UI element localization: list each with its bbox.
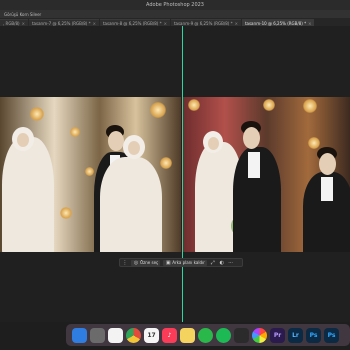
bokeh-light — [150, 102, 166, 118]
bride-face-right — [208, 137, 219, 150]
groom-face-right — [243, 127, 260, 149]
music-icon[interactable]: ♪ — [162, 327, 177, 343]
photoshop-icon[interactable]: Ps — [306, 327, 321, 343]
subject-icon: ◎ — [133, 259, 139, 266]
transform-icon[interactable]: ⤢ — [210, 260, 216, 266]
remove-background-button[interactable]: ▣ Arka planı kaldır — [163, 259, 207, 266]
drag-handle-icon[interactable]: ⋮ — [122, 260, 128, 266]
bride-face-left — [17, 133, 29, 147]
tab-3[interactable]: tasarım-9 @ 6,25% (RGB/8) * × — [170, 19, 241, 26]
tab-1[interactable]: tasarım-7 @ 6,25% (RGB/8) * × — [28, 19, 99, 26]
remove-background-label: Arka planı kaldır — [172, 260, 205, 265]
premiere-icon[interactable]: Pr — [270, 327, 285, 343]
bokeh-light — [30, 107, 44, 121]
wedding-photo-left[interactable] — [0, 97, 181, 252]
more-icon[interactable]: ⋯ — [228, 260, 234, 266]
lantern-light — [188, 99, 200, 111]
chrome-icon[interactable] — [126, 327, 141, 343]
tab-2[interactable]: tasarım-8 @ 6,25% (RGB/8) * × — [99, 19, 170, 26]
groom2-shirt — [321, 177, 333, 201]
wedding-photo-right[interactable] — [183, 97, 350, 252]
chatgpt-icon[interactable] — [234, 327, 249, 343]
bokeh-light — [160, 157, 172, 169]
lantern-light — [303, 99, 317, 113]
tab-label: , RGB/8) — [3, 20, 20, 26]
document-tab-bar: , RGB/8) × tasarım-7 @ 6,25% (RGB/8) * × t… — [0, 18, 350, 26]
tab-label: tasarım-7 @ 6,25% (RGB/8) * — [31, 20, 91, 26]
lightroom-label: Lr — [292, 331, 299, 339]
tab-label: tasarım-8 @ 6,25% (RGB/8) * — [102, 20, 162, 26]
photoshop-icon-2[interactable]: Ps — [324, 327, 339, 343]
select-subject-label: Özne seç — [140, 260, 159, 265]
close-icon[interactable]: × — [164, 21, 167, 26]
close-icon[interactable]: × — [22, 21, 25, 26]
close-icon[interactable]: × — [93, 21, 96, 26]
groom-face-left — [108, 131, 124, 151]
bokeh-light — [60, 207, 72, 219]
window-titlebar: Adobe Photoshop 2023 — [0, 0, 350, 10]
bride-face-center — [128, 141, 140, 155]
close-icon[interactable]: × — [308, 21, 311, 26]
contextual-task-bar: ⋮ ◎ Özne seç ▣ Arka planı kaldır ⤢ ◐ ⋯ — [119, 258, 243, 267]
bokeh-light — [70, 127, 80, 137]
options-bar-text[interactable]: Görüşü Korn Sileer — [4, 12, 41, 17]
window-title: Adobe Photoshop 2023 — [146, 2, 204, 8]
notes-yellow-icon[interactable] — [180, 327, 195, 343]
close-icon[interactable]: × — [235, 21, 238, 26]
macos-dock: 17 ♪ Pr Lr Ps Ps — [66, 324, 350, 346]
groom-shirt-right — [248, 152, 260, 178]
photoshop-label-2: Ps — [327, 331, 336, 339]
bokeh-light — [85, 167, 94, 176]
options-bar: Görüşü Korn Sileer — [0, 10, 350, 18]
calendar-icon[interactable]: 17 — [144, 327, 159, 343]
notes-icon[interactable] — [108, 327, 123, 343]
tab-0[interactable]: , RGB/8) × — [0, 19, 28, 26]
background-icon: ▣ — [165, 259, 171, 266]
lantern-light — [263, 99, 275, 111]
lightroom-icon[interactable]: Lr — [288, 327, 303, 343]
tab-4[interactable]: tasarım-10 @ 6,25% (RGB/8) * × — [241, 19, 315, 26]
bride-dress-left — [2, 137, 54, 252]
tab-label: tasarım-10 @ 6,25% (RGB/8) * — [244, 20, 307, 26]
finder-icon[interactable] — [72, 327, 87, 343]
calendar-day: 17 — [147, 331, 156, 339]
photos-icon[interactable] — [252, 327, 267, 343]
spotify-icon[interactable] — [216, 327, 231, 343]
tab-label: tasarım-9 @ 6,25% (RGB/8) * — [173, 20, 233, 26]
premiere-label: Pr — [273, 331, 282, 339]
half-circle-icon[interactable]: ◐ — [219, 260, 225, 266]
groom2-face — [319, 153, 336, 175]
select-subject-button[interactable]: ◎ Özne seç — [131, 259, 161, 266]
launchpad-icon[interactable] — [90, 327, 105, 343]
music-glyph: ♪ — [167, 331, 172, 339]
photoshop-label: Ps — [309, 331, 318, 339]
whatsapp-icon[interactable] — [198, 327, 213, 343]
lantern-light — [308, 137, 320, 149]
bride-dress-center — [100, 157, 162, 252]
